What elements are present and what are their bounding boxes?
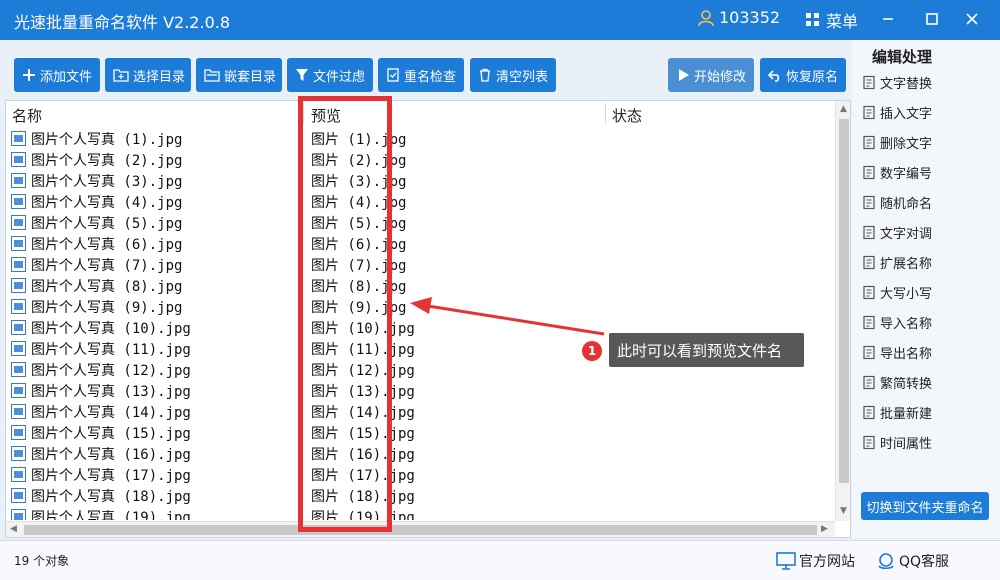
side-item-replace[interactable]: 文字替换 xyxy=(862,71,932,93)
side-item-convert[interactable]: 繁简转换 xyxy=(862,371,932,393)
side-item-label: 时间属性 xyxy=(880,436,933,452)
side-item-label: 数字编号 xyxy=(880,166,933,182)
side-item-insert[interactable]: 插入文字 xyxy=(862,101,932,123)
side-item-case[interactable]: 大写小写 xyxy=(862,281,932,303)
case-icon xyxy=(863,285,875,299)
side-item-label: 插入文字 xyxy=(880,106,933,122)
monitor-icon xyxy=(776,552,796,570)
number-icon xyxy=(863,165,875,179)
callout-tooltip: 此时可以看到预览文件名 xyxy=(609,333,804,367)
swap-icon xyxy=(863,225,875,239)
side-item-delete[interactable]: 删除文字 xyxy=(862,131,932,153)
side-item-label: 扩展名称 xyxy=(880,256,933,272)
replace-icon xyxy=(863,75,875,89)
object-count: 19 个对象 xyxy=(14,554,70,568)
export-icon xyxy=(863,345,875,359)
official-website-link[interactable]: 官方网站 xyxy=(776,551,855,571)
side-item-create[interactable]: 批量新建 xyxy=(862,401,932,423)
extension-icon xyxy=(863,255,875,269)
import-icon xyxy=(863,315,875,329)
callout-text: 此时可以看到预览文件名 xyxy=(617,341,783,360)
create-icon xyxy=(863,405,875,419)
side-item-number[interactable]: 数字编号 xyxy=(862,161,932,183)
time-icon xyxy=(863,435,875,449)
side-item-label: 文字替换 xyxy=(880,76,933,92)
side-item-label: 批量新建 xyxy=(880,406,933,422)
random-icon xyxy=(863,195,875,209)
side-item-label: 繁简转换 xyxy=(880,376,933,392)
delete-icon xyxy=(863,135,875,149)
official-website-label: 官方网站 xyxy=(799,554,855,570)
side-item-label: 导出名称 xyxy=(880,346,933,362)
side-item-random[interactable]: 随机命名 xyxy=(862,191,932,213)
edit-panel-title: 编辑处理 xyxy=(872,48,933,66)
convert-icon xyxy=(863,375,875,389)
side-item-label: 删除文字 xyxy=(880,136,933,152)
side-item-swap[interactable]: 文字对调 xyxy=(862,221,932,243)
callout-arrow xyxy=(410,297,605,336)
side-item-extension[interactable]: 扩展名称 xyxy=(862,251,932,273)
side-item-label: 随机命名 xyxy=(880,196,933,212)
insert-icon xyxy=(863,105,875,119)
status-bar: 19 个对象 官方网站 QQ客服 xyxy=(0,540,1000,580)
side-item-time[interactable]: 时间属性 xyxy=(862,431,932,453)
side-item-label: 导入名称 xyxy=(880,316,933,332)
qq-support-label: QQ客服 xyxy=(899,554,950,570)
side-item-label: 文字对调 xyxy=(880,226,933,242)
side-item-import[interactable]: 导入名称 xyxy=(862,311,932,333)
side-item-label: 大写小写 xyxy=(880,286,933,302)
support-icon xyxy=(878,553,894,570)
step-badge: 1 xyxy=(582,341,602,361)
side-item-export[interactable]: 导出名称 xyxy=(862,341,932,363)
switch-folder-rename-button[interactable]: 切换到文件夹重命名 xyxy=(861,492,989,520)
edit-panel: 编辑处理 文字替换插入文字删除文字数字编号随机命名文字对调扩展名称大写小写导入名… xyxy=(852,40,1000,538)
qq-support-link[interactable]: QQ客服 xyxy=(876,551,949,571)
